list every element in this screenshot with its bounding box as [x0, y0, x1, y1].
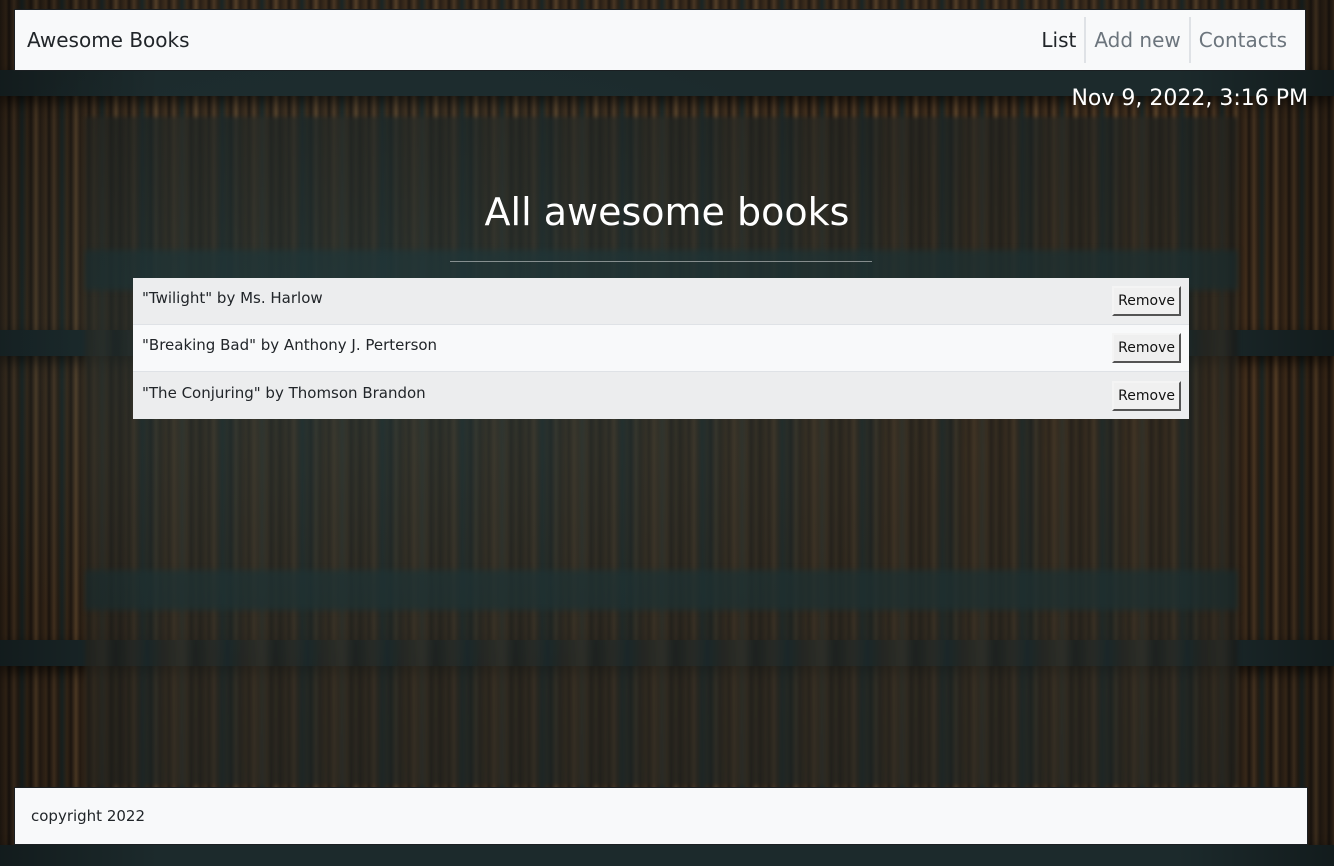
remove-book-button[interactable]: Remove	[1112, 286, 1181, 316]
book-title-author: "The Conjuring" by Thomson Brandon	[142, 383, 426, 402]
copyright-text: copyright 2022	[31, 807, 146, 825]
page-title: All awesome books	[484, 190, 850, 234]
bookshelf-background	[0, 0, 1334, 866]
brand-link[interactable]: Awesome Books	[27, 28, 190, 52]
nav-link-contacts[interactable]: Contacts	[1191, 17, 1295, 63]
page-footer: copyright 2022	[14, 787, 1308, 845]
current-datetime: Nov 9, 2022, 3:16 PM	[1071, 86, 1308, 111]
top-navbar: Awesome Books List Add new Contacts	[14, 9, 1306, 71]
remove-book-button[interactable]: Remove	[1112, 333, 1181, 363]
book-list-item: "Breaking Bad" by Anthony J. Perterson R…	[133, 325, 1189, 372]
background-vignette	[0, 0, 1334, 866]
book-list-item: "The Conjuring" by Thomson Brandon Remov…	[133, 372, 1189, 419]
nav-link-add-new[interactable]: Add new	[1086, 17, 1188, 63]
book-title-author: "Twilight" by Ms. Harlow	[142, 289, 323, 307]
remove-book-button[interactable]: Remove	[1112, 380, 1181, 411]
book-list: "Twilight" by Ms. Harlow Remove "Breakin…	[133, 278, 1189, 419]
title-divider	[450, 261, 872, 262]
book-list-item: "Twilight" by Ms. Harlow Remove	[133, 278, 1189, 325]
nav-links: List Add new Contacts	[1033, 17, 1295, 63]
book-title-author: "Breaking Bad" by Anthony J. Perterson	[142, 336, 438, 354]
nav-link-list[interactable]: List	[1033, 17, 1084, 63]
